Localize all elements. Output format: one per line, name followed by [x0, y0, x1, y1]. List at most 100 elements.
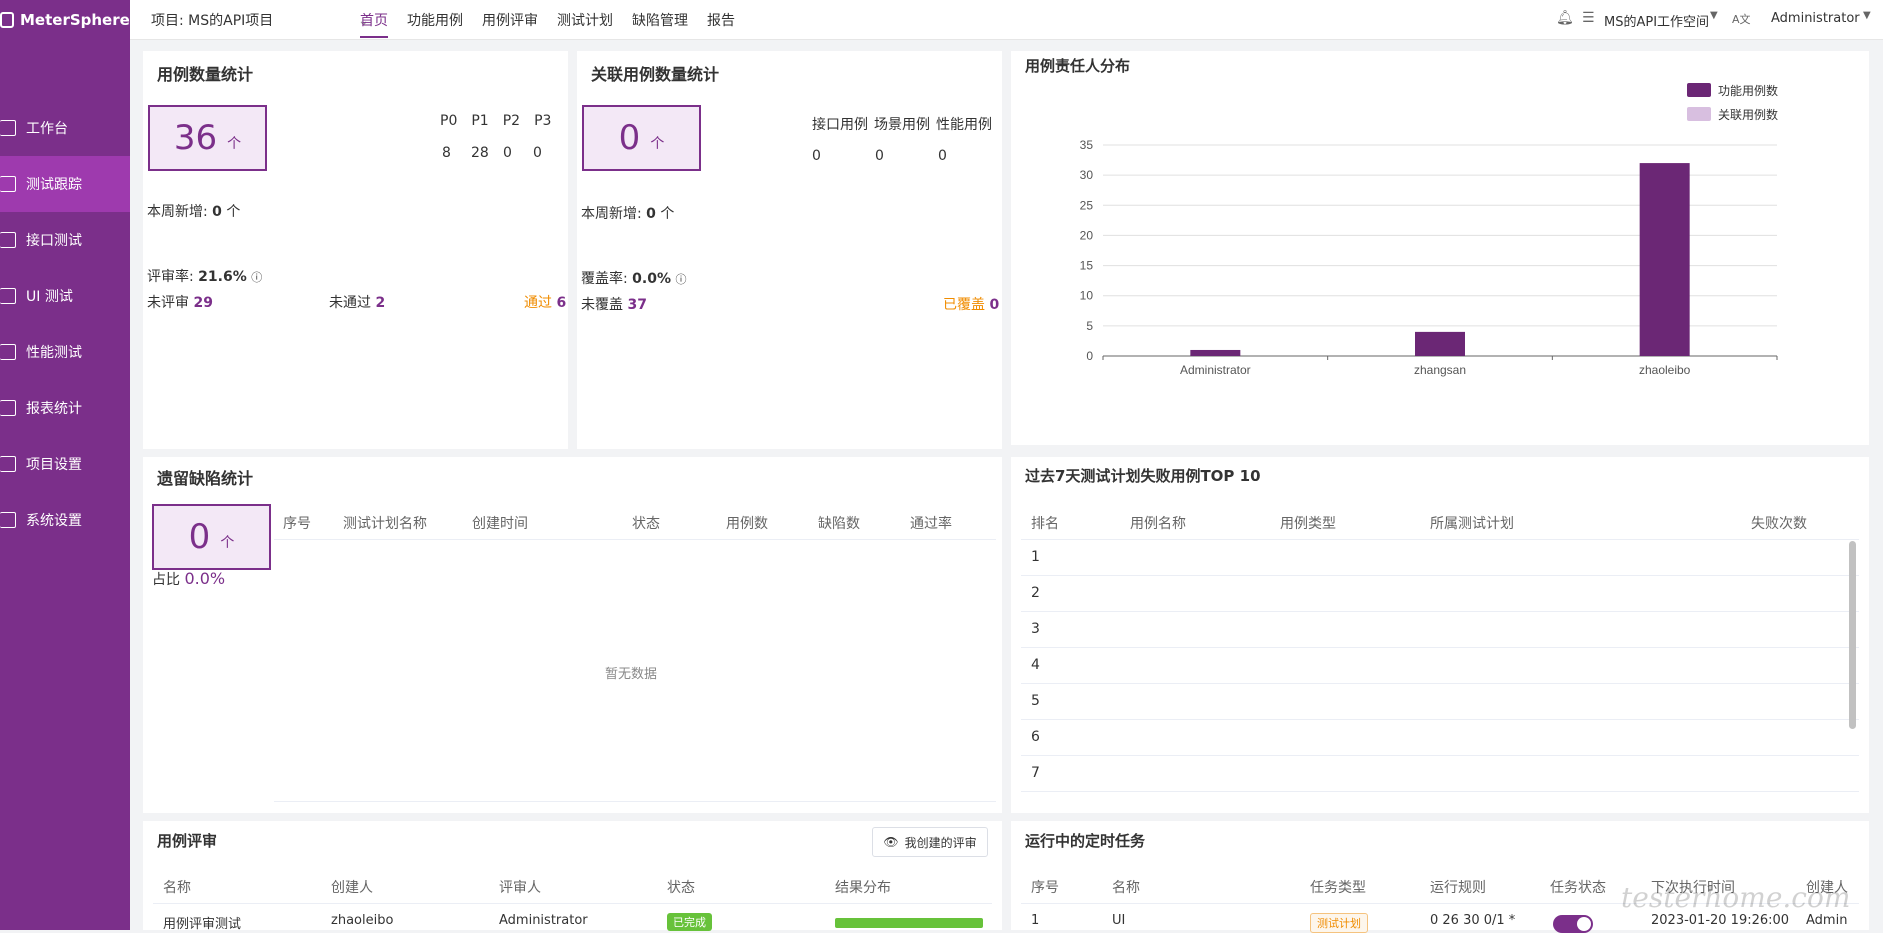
project-selector-label: 项目: MS的API项目 [151, 13, 274, 29]
column-header: 运行规则 [1430, 880, 1486, 896]
my-reviews-button[interactable]: 👁︎ 我创建的评审 [872, 827, 988, 857]
defect-card: 遗留缺陷统计 0 个 占比 0.0% 序号 测试计划名称 创建时间 状态 用例数… [143, 457, 1002, 813]
status-badge: 已完成 [667, 913, 712, 931]
app-logo[interactable]: MeterSphere [0, 0, 130, 40]
card-title: 用例评审 [157, 832, 218, 850]
table-divider [153, 903, 992, 904]
table-divider [274, 801, 996, 802]
column-header: 序号 [283, 516, 311, 532]
column-header: 用例名称 [1130, 516, 1186, 532]
priority-value: 28 [471, 145, 489, 161]
card-title: 用例数量统计 [157, 65, 254, 84]
column-header: 缺陷数 [818, 516, 860, 532]
review-name-cell[interactable]: 用例评审测试 [163, 913, 241, 932]
table-divider [1021, 539, 1859, 540]
sidebar-item-label: 报表统计 [26, 401, 82, 417]
list-icon[interactable]: ☰ [1582, 10, 1595, 26]
coverage-value: 0.0% [632, 271, 671, 287]
case-total-box[interactable]: 36 个 [148, 105, 267, 171]
schedule-card: 运行中的定时任务 序号 名称 任务类型 运行规则 任务状态 下次执行时间 创建人… [1011, 821, 1869, 933]
legend-label: 关联用例数 [1718, 107, 1778, 122]
task-status-toggle[interactable] [1553, 915, 1593, 933]
column-header: 用例数 [726, 516, 768, 532]
x-tick-label: zhaoleibo [1639, 363, 1691, 377]
nav-case-review[interactable]: 用例评审 [482, 10, 538, 38]
defect-total-box[interactable]: 0 个 [152, 504, 271, 570]
review-creator-cell: zhaoleibo [331, 913, 394, 928]
ui-icon [0, 288, 16, 304]
defect-total: 0 [188, 517, 211, 557]
review-reviewer-cell: Administrator [499, 913, 588, 928]
task-no-cell: 1 [1031, 913, 1040, 928]
related-type-label: 性能用例 [936, 117, 992, 133]
y-tick-label: 25 [1080, 198, 1094, 212]
project-icon [0, 456, 16, 472]
main-nav: 首页 功能用例 用例评审 测试计划 缺陷管理 报告 [360, 10, 735, 38]
y-tick-label: 15 [1080, 259, 1094, 273]
user-menu[interactable]: Administrator [1771, 11, 1860, 26]
column-header: 创建时间 [472, 516, 528, 532]
owner-chart-card: 用例责任人分布 0 5 10 15 20 25 30 35 Administrator zhang… [1011, 51, 1869, 445]
defect-ratio-row: 占比 0.0% [152, 569, 225, 589]
week-new-unit: 个 [226, 204, 241, 220]
related-type-label: 接口用例 [812, 117, 868, 133]
related-count-card: 关联用例数量统计 0 个 接口用例 场景用例 性能用例 0 0 0 本周新增: … [577, 51, 1002, 449]
sidebar-item-performance[interactable]: 性能测试 [0, 324, 130, 380]
column-header: 失败次数 [1751, 516, 1807, 532]
review-card: 用例评审 👁︎ 我创建的评审 名称 创建人 评审人 状态 结果分布 用例评审测试… [143, 821, 1002, 932]
card-title: 关联用例数量统计 [591, 65, 720, 84]
y-tick-label: 5 [1086, 319, 1093, 333]
uncovered-value: 37 [627, 297, 647, 313]
sidebar-item-ui-test[interactable]: UI 测试 [0, 268, 130, 324]
nav-report[interactable]: 报告 [707, 10, 735, 38]
nav-home[interactable]: 首页 [360, 10, 388, 38]
sidebar-item-project-settings[interactable]: 项目设置 [0, 436, 130, 492]
nav-functional-cases[interactable]: 功能用例 [407, 10, 463, 38]
nav-defects[interactable]: 缺陷管理 [632, 10, 688, 38]
week-new-value: 0 [212, 204, 222, 220]
rank-cell: 2 [1031, 585, 1040, 601]
rank-cell: 4 [1031, 657, 1040, 673]
related-unit: 个 [650, 136, 665, 152]
row-divider [1021, 719, 1859, 720]
x-tick-label: zhangsan [1414, 363, 1466, 377]
workspace-selector[interactable]: MS的API工作空间 [1604, 11, 1709, 30]
y-tick-label: 35 [1080, 138, 1094, 152]
sidebar-item-api-test[interactable]: 接口测试 [0, 212, 130, 268]
sidebar-item-system-settings[interactable]: 系统设置 [0, 492, 130, 548]
legend-swatch [1687, 83, 1711, 97]
info-icon[interactable]: ⓘ [251, 271, 262, 284]
passed-value: 6 [556, 295, 567, 311]
related-type-value: 0 [938, 148, 947, 164]
priority-value: 8 [442, 145, 451, 161]
bell-icon[interactable]: 🔔︎ [1556, 10, 1574, 26]
column-header: 序号 [1031, 880, 1059, 896]
task-rule-cell: 0 26 30 0/1 * [1430, 913, 1516, 928]
bar-0 [1415, 331, 1465, 356]
project-selector[interactable]: 项目: MS的API项目 ⌄ [151, 10, 369, 30]
info-icon[interactable]: ⓘ [675, 273, 686, 286]
review-rate-value: 21.6% [198, 269, 247, 285]
owner-bar-chart: 0 5 10 15 20 25 30 35 Administrator zhangsan zhaol… [1080, 83, 1778, 377]
sidebar-item-test-track[interactable]: 测试跟踪 [0, 156, 130, 212]
priority-label: P0 [440, 113, 458, 129]
nav-test-plan[interactable]: 测试计划 [557, 10, 613, 38]
button-label: 我创建的评审 [904, 835, 977, 850]
sidebar-item-label: 接口测试 [26, 233, 82, 249]
covered-value: 0 [989, 297, 1000, 313]
sidebar-item-reports[interactable]: 报表统计 [0, 380, 130, 436]
week-new-value: 0 [646, 206, 656, 222]
language-icon[interactable]: A文 [1732, 11, 1751, 27]
related-total-box[interactable]: 0 个 [582, 105, 701, 171]
report-icon [0, 400, 16, 416]
sidebar-item-workbench[interactable]: 工作台 [0, 100, 130, 156]
column-header: 任务类型 [1310, 880, 1366, 896]
task-name-cell: UI [1112, 913, 1126, 928]
scrollbar[interactable] [1849, 541, 1856, 729]
defect-unit: 个 [220, 535, 235, 551]
column-header: 用例类型 [1280, 516, 1336, 532]
column-header: 任务状态 [1550, 880, 1606, 896]
column-header: 通过率 [910, 516, 952, 532]
ratio-label: 占比 [152, 572, 180, 588]
task-creator-cell: Admin [1806, 913, 1848, 928]
